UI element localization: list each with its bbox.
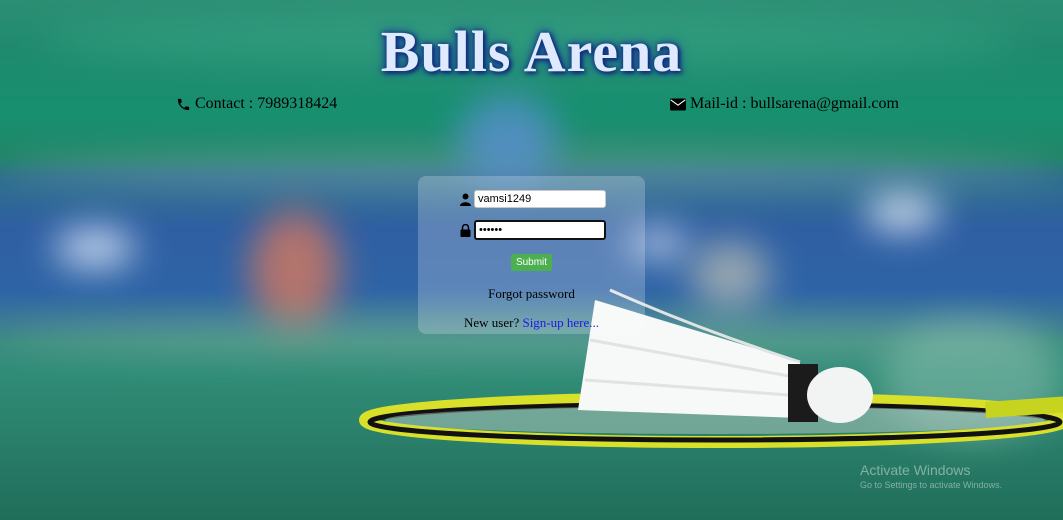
username-row: [460, 190, 606, 208]
username-input[interactable]: [474, 190, 606, 208]
contact-phone: Contact : 7989318424: [176, 95, 337, 113]
activate-windows-watermark: Activate Windows Go to Settings to activ…: [860, 462, 1002, 490]
new-user-text: New user?: [463, 315, 520, 330]
password-input[interactable]: [474, 220, 606, 240]
contact-mail-text: Mail-id : bullsarena@gmail.com: [690, 95, 899, 112]
user-icon: [460, 193, 471, 206]
watermark-subtitle: Go to Settings to activate Windows.: [860, 480, 1003, 490]
phone-icon: [176, 97, 191, 112]
page-title: Bulls Arena: [380, 19, 683, 84]
contact-mail: Mail-id : bullsarena@gmail.com: [670, 95, 899, 113]
lock-icon: [460, 223, 471, 237]
password-row: [460, 220, 606, 240]
forgot-password-link[interactable]: Forgot password: [418, 286, 645, 302]
mail-icon: [670, 98, 686, 111]
signup-link[interactable]: Sign-up here...: [522, 315, 599, 330]
submit-button[interactable]: Submit: [511, 254, 552, 271]
signup-row: New user? Sign-up here...: [418, 315, 645, 331]
login-card: Submit Forgot password New user? Sign-up…: [418, 176, 645, 334]
contact-phone-text: Contact : 7989318424: [195, 95, 338, 112]
watermark-title: Activate Windows: [860, 462, 971, 478]
